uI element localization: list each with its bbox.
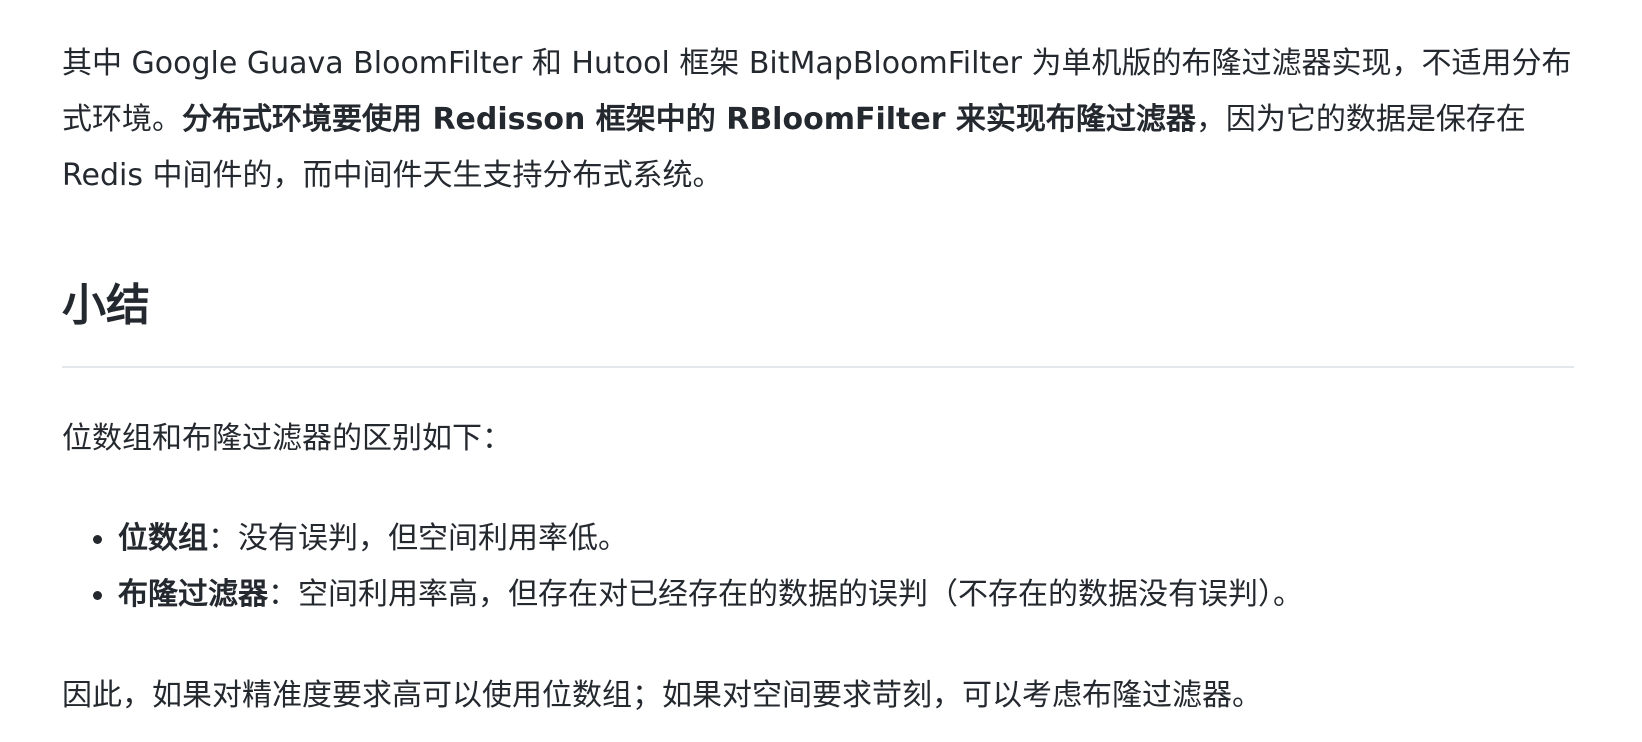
intro-paragraph: 其中 Google Guava BloomFilter 和 Hutool 框架 …: [62, 36, 1572, 204]
heading-divider: [62, 366, 1574, 368]
section-heading: 小结: [62, 280, 150, 331]
article-body: 其中 Google Guava BloomFilter 和 Hutool 框架 …: [0, 0, 1642, 742]
bullet-dot-icon: [93, 591, 102, 600]
list-item-bloom-filter: 布隆过滤器：空间利用率高，但存在对已经存在的数据的误判（不存在的数据没有误判）。: [62, 567, 1303, 623]
list-item-term: 位数组: [118, 521, 208, 556]
list-item-desc: ：没有误判，但空间利用率低。: [208, 521, 628, 556]
bullet-dot-icon: [93, 535, 102, 544]
difference-intro-paragraph: 位数组和布隆过滤器的区别如下：: [62, 421, 512, 456]
intro-bold-text: 分布式环境要使用 Redisson 框架中的 RBloomFilter 来实现布…: [182, 102, 1196, 137]
list-item-bit-array: 位数组：没有误判，但空间利用率低。: [62, 511, 1303, 567]
list-item-desc: ：空间利用率高，但存在对已经存在的数据的误判（不存在的数据没有误判）。: [268, 577, 1303, 612]
list-item-term: 布隆过滤器: [118, 577, 268, 612]
summary-paragraph: 因此，如果对精准度要求高可以使用位数组；如果对空间要求苛刻，可以考虑布隆过滤器。: [62, 678, 1262, 713]
difference-list: 位数组：没有误判，但空间利用率低。 布隆过滤器：空间利用率高，但存在对已经存在的…: [62, 511, 1303, 623]
